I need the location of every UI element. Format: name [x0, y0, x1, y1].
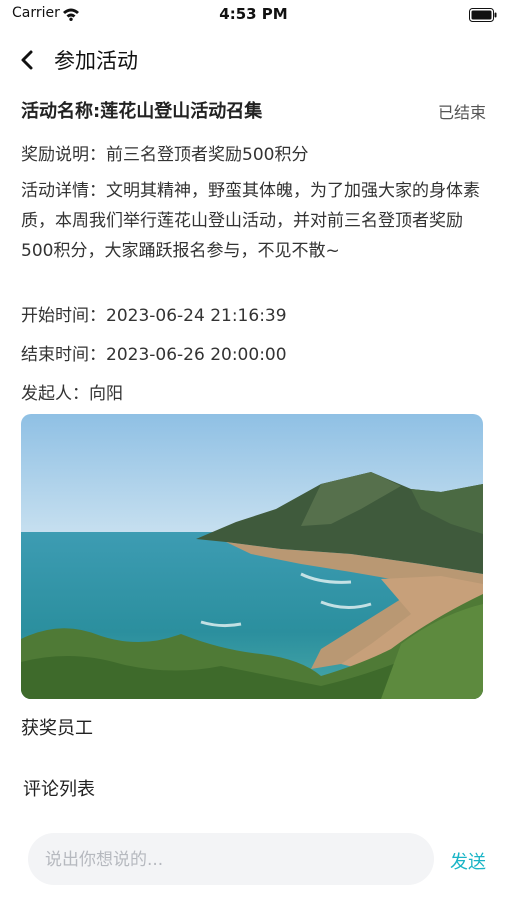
- initiator: 发起人：向阳: [21, 384, 123, 404]
- back-button[interactable]: [14, 44, 42, 76]
- page-title: 参加活动: [54, 49, 138, 73]
- winners-section-title: 获奖员工: [21, 718, 93, 739]
- reward-description: 奖励说明：前三名登顶者奖励500积分: [21, 145, 309, 165]
- nav-header: 参加活动: [0, 40, 507, 80]
- activity-detail: 活动详情：文明其精神，野蛮其体魄，为了加强大家的身体素质，本周我们举行莲花山登山…: [21, 181, 480, 261]
- comment-input-container[interactable]: [28, 833, 434, 887]
- chevron-left-icon: [21, 50, 33, 70]
- status-bar: Carrier 4:53 PM: [0, 0, 507, 30]
- battery-icon: [469, 7, 497, 26]
- send-button[interactable]: 发送: [450, 848, 486, 874]
- start-time: 开始时间：2023-06-24 21:16:39: [21, 306, 287, 326]
- status-time: 4:53 PM: [219, 5, 288, 23]
- status-badge: 已结束: [437, 103, 486, 122]
- end-time: 结束时间：2023-06-26 20:00:00: [21, 345, 287, 365]
- comments-section-title: 评论列表: [23, 779, 95, 800]
- comment-input[interactable]: [43, 833, 407, 887]
- activity-name: 活动名称:莲花山登山活动召集: [21, 101, 263, 122]
- activity-photo[interactable]: [21, 414, 483, 699]
